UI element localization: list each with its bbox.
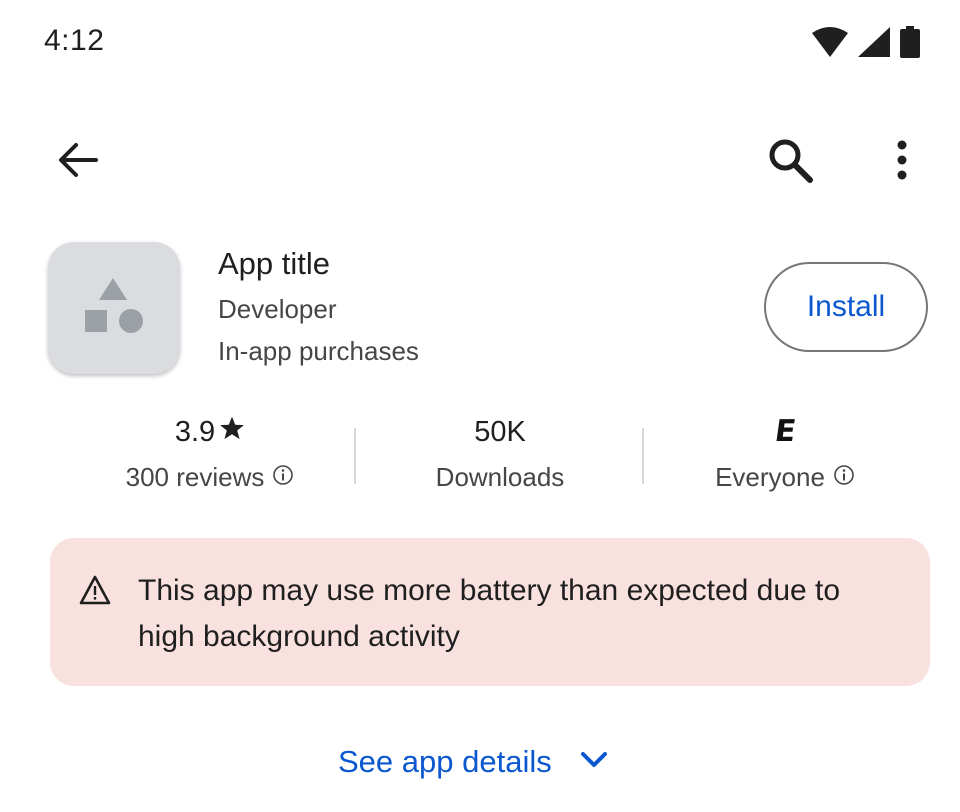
- wifi-icon: [812, 27, 848, 62]
- rating-stat[interactable]: 3.9 300 reviews: [110, 412, 310, 494]
- reviews-count: 300 reviews: [125, 462, 265, 492]
- app-meta: App title Developer In-app purchases: [218, 244, 419, 368]
- star-icon: [219, 412, 245, 452]
- in-app-purchases-label: In-app purchases: [218, 336, 419, 366]
- cellular-signal-icon: [858, 27, 890, 62]
- rating-value: 3.9: [174, 416, 216, 448]
- back-button[interactable]: [46, 130, 110, 194]
- warning-text: This app may use more battery than expec…: [138, 574, 841, 653]
- chevron-down-icon: [580, 751, 608, 774]
- more-vert-icon: [896, 140, 908, 185]
- search-button[interactable]: [758, 130, 822, 194]
- downloads-value: 50K: [474, 416, 526, 448]
- battery-icon: [900, 26, 920, 63]
- stats-divider: [354, 428, 356, 484]
- developer-name[interactable]: Developer: [218, 292, 419, 326]
- status-icons: [812, 26, 920, 63]
- top-app-bar: [0, 120, 960, 204]
- stats-row: 3.9 300 reviews 50K Downloads E Everyone: [0, 412, 960, 502]
- see-app-details-link[interactable]: See app details: [338, 738, 608, 786]
- more-options-button[interactable]: [870, 130, 934, 194]
- install-button[interactable]: Install: [764, 262, 928, 352]
- info-icon: [833, 460, 855, 494]
- back-arrow-icon: [58, 142, 98, 183]
- esrb-everyone-icon: E: [772, 414, 798, 449]
- content-rating-label: Everyone: [715, 462, 825, 492]
- status-time: 4:12: [44, 24, 105, 57]
- see-app-details-label: See app details: [338, 744, 552, 779]
- warning-triangle-icon: [78, 574, 112, 611]
- search-icon: [767, 137, 813, 188]
- stats-divider: [642, 428, 644, 484]
- content-rating-stat[interactable]: E Everyone: [690, 412, 880, 494]
- info-icon: [272, 460, 294, 494]
- downloads-label: Downloads: [435, 462, 565, 492]
- app-header: App title Developer In-app purchases Ins…: [0, 236, 960, 376]
- app-placeholder-shapes-icon: [83, 276, 145, 341]
- app-icon: [48, 242, 180, 374]
- app-title: App title: [218, 246, 331, 281]
- downloads-stat: 50K Downloads: [400, 412, 600, 494]
- battery-warning-banner: This app may use more battery than expec…: [50, 538, 930, 686]
- status-bar: 4:12: [0, 0, 960, 90]
